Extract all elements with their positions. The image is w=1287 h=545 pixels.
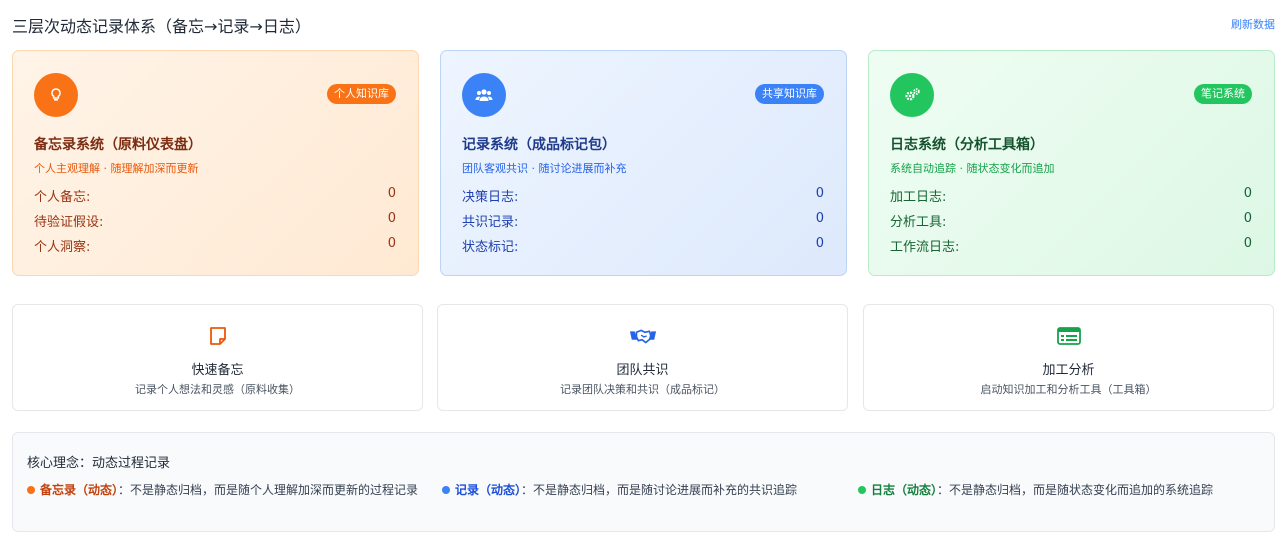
action-title: 加工分析 (1042, 363, 1095, 378)
stat-label: 决策日志: (462, 190, 519, 205)
stat-label: 待验证假设: (34, 215, 104, 230)
system-badge: 笔记系统 (1194, 84, 1252, 104)
record-system-card: 共享知识库 记录系统（成品标记包） 团队客观共识 · 随讨论进展而补充 决策日志… (440, 50, 847, 276)
memo-system-card: 个人知识库 备忘录系统（原料仪表盘） 个人主观理解 · 随理解加深而更新 个人备… (12, 50, 419, 276)
stat-row: 个人备忘: 0 (34, 186, 396, 206)
handshake-icon (629, 325, 657, 347)
stat-value: 0 (815, 211, 824, 226)
concept-text: ：不是静态归档，而是随个人理解加深而更新的过程记录 (118, 483, 419, 497)
stat-value: 0 (815, 236, 824, 251)
system-subtitle: 团队客观共识 · 随讨论进展而补充 (462, 162, 627, 175)
stat-row: 工作流日志: 0 (890, 236, 1252, 256)
stat-value: 0 (1243, 211, 1252, 226)
stat-row: 待验证假设: 0 (34, 211, 396, 231)
stat-value: 0 (1243, 236, 1252, 251)
stat-row: 状态标记: 0 (462, 236, 824, 256)
concept-keyword: 日志（动态） (871, 483, 938, 497)
core-concept-panel: 核心理念：动态过程记录 备忘录（动态）：不是静态归档，而是随个人理解加深而更新的… (12, 432, 1275, 532)
action-title: 团队共识 (616, 363, 669, 378)
stat-value: 0 (387, 211, 396, 226)
stat-label: 共识记录: (462, 215, 519, 230)
stat-label: 分析工具: (890, 215, 947, 230)
header: 三层次动态记录体系（备忘→记录→日志） 刷新数据 (12, 10, 1275, 38)
stat-label: 加工日志: (890, 190, 947, 205)
system-title: 日志系统（分析工具箱） (890, 137, 1044, 153)
table-list-icon (1055, 325, 1083, 347)
concept-text: ：不是静态归档，而是随讨论进展而补充的共识追踪 (521, 483, 798, 497)
stat-row: 决策日志: 0 (462, 186, 824, 206)
sticky-note-icon (204, 325, 232, 347)
log-system-card: 笔记系统 日志系统（分析工具箱） 系统自动追踪 · 随状态变化而追加 加工日志:… (868, 50, 1275, 276)
system-title: 备忘录系统（原料仪表盘） (34, 137, 202, 153)
stat-value: 0 (1243, 186, 1252, 201)
action-title: 快速备忘 (191, 363, 244, 378)
bullet-dot (27, 486, 35, 494)
cogs-icon (890, 73, 934, 117)
action-desc: 启动知识加工和分析工具（工具箱） (980, 383, 1157, 396)
concept-item-memo: 备忘录（动态）：不是静态归档，而是随个人理解加深而更新的过程记录 (27, 481, 427, 499)
stat-value: 0 (387, 186, 396, 201)
concept-item-log: 日志（动态）：不是静态归档，而是随状态变化而追加的系统追踪 (858, 481, 1258, 499)
stat-label: 工作流日志: (890, 240, 960, 255)
quick-memo-button[interactable]: 快速备忘 记录个人想法和灵感（原料收集） (12, 304, 423, 411)
stat-label: 个人洞察: (34, 240, 91, 255)
action-desc: 记录团队决策和共识（成品标记） (560, 383, 725, 396)
stat-row: 个人洞察: 0 (34, 236, 396, 256)
stat-label: 状态标记: (462, 240, 519, 255)
system-subtitle: 个人主观理解 · 随理解加深而更新 (34, 162, 199, 175)
bullet-dot (442, 486, 450, 494)
stat-row: 分析工具: 0 (890, 211, 1252, 231)
concept-text: ：不是静态归档，而是随状态变化而追加的系统追踪 (937, 483, 1214, 497)
system-badge: 共享知识库 (755, 84, 824, 104)
concept-keyword: 备忘录（动态） (40, 483, 119, 497)
stat-row: 共识记录: 0 (462, 211, 824, 231)
action-desc: 记录个人想法和灵感（原料收集） (135, 383, 300, 396)
page-title: 三层次动态记录体系（备忘→记录→日志） (12, 17, 311, 36)
refresh-data-link[interactable]: 刷新数据 (1231, 16, 1275, 32)
concept-title: 核心理念：动态过程记录 (27, 456, 171, 471)
lightbulb-icon (34, 73, 78, 117)
users-icon (462, 73, 506, 117)
concept-keyword: 记录（动态） (455, 483, 522, 497)
process-analysis-button[interactable]: 加工分析 启动知识加工和分析工具（工具箱） (863, 304, 1274, 411)
system-badge: 个人知识库 (327, 84, 396, 104)
concept-item-record: 记录（动态）：不是静态归档，而是随讨论进展而补充的共识追踪 (442, 481, 842, 499)
stat-label: 个人备忘: (34, 190, 91, 205)
team-consensus-button[interactable]: 团队共识 记录团队决策和共识（成品标记） (437, 304, 848, 411)
system-title: 记录系统（成品标记包） (462, 137, 616, 153)
stat-value: 0 (815, 186, 824, 201)
stat-value: 0 (387, 236, 396, 251)
bullet-dot (858, 486, 866, 494)
system-subtitle: 系统自动追踪 · 随状态变化而追加 (890, 162, 1055, 175)
stat-row: 加工日志: 0 (890, 186, 1252, 206)
